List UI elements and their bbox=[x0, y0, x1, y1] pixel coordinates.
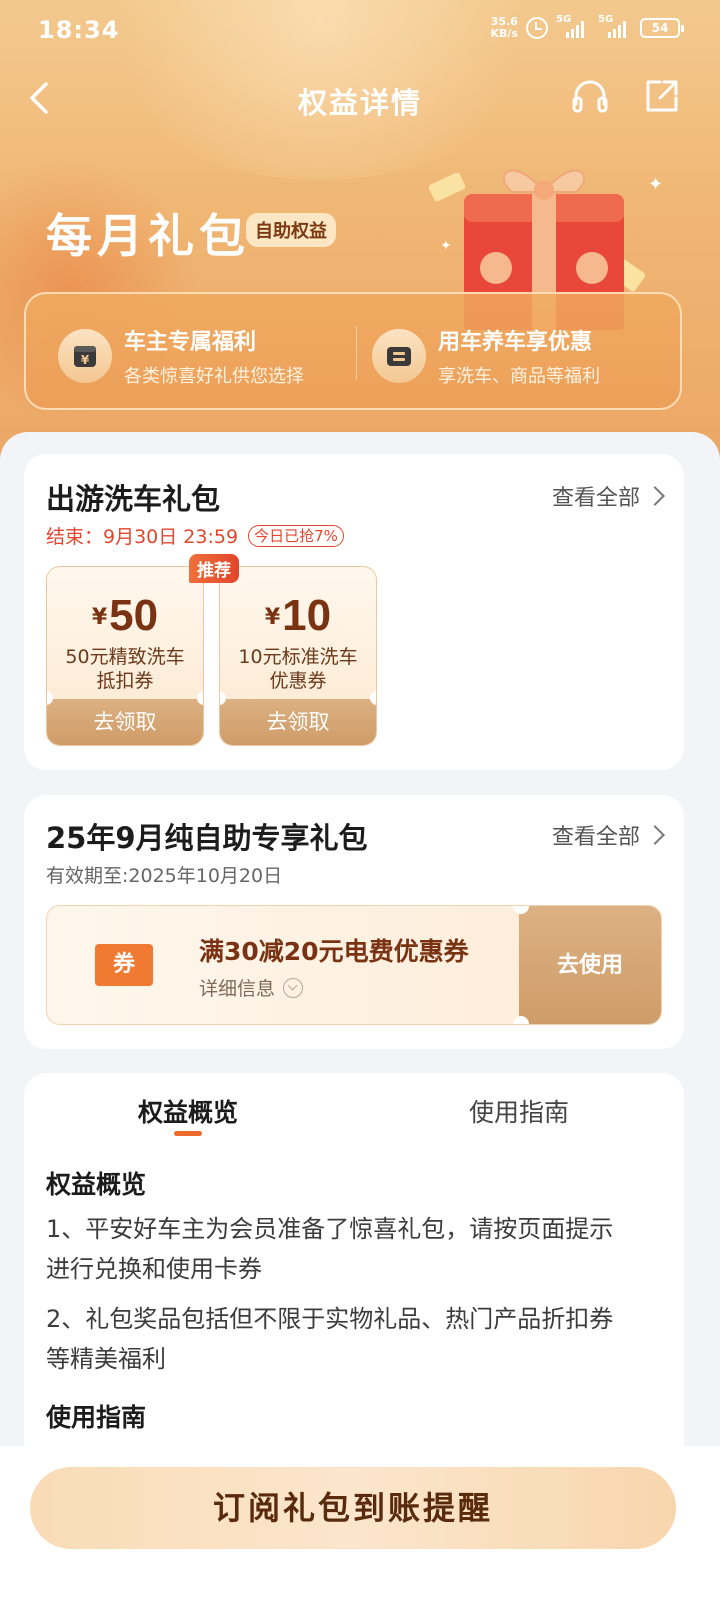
benefit-item: ¥ 车主专属福利 各类惊喜好礼供您选择 bbox=[58, 324, 304, 388]
status-time: 18:34 bbox=[38, 16, 120, 44]
info-card: 权益概览 使用指南 权益概览 1、平安好车主为会员准备了惊喜礼包，请按页面提示 … bbox=[24, 1073, 684, 1473]
end-time-line: 结束：9月30日 23:59 今日已抢7% bbox=[46, 522, 344, 549]
coupon-description: 50元精致洗车 抵扣券 bbox=[53, 645, 197, 693]
nav-bar: 权益详情 bbox=[0, 62, 720, 132]
battery-icon: 54 bbox=[640, 18, 684, 38]
coupon-card[interactable]: ¥10 10元标准洗车 优惠券 去领取 bbox=[219, 566, 377, 746]
overview-paragraph: 1、平安好车主为会员准备了惊喜礼包，请按页面提示 进行兑换和使用卡券 bbox=[46, 1209, 662, 1289]
benefit-title: 车主专属福利 bbox=[124, 330, 257, 355]
benefit-subtitle: 各类惊喜好礼供您选择 bbox=[124, 366, 304, 387]
status-icons: 35.6 KB/s 5G 5G 54 bbox=[491, 14, 684, 40]
coupon-amount: ¥10 bbox=[220, 591, 376, 641]
view-all-label: 查看全部 bbox=[551, 486, 640, 511]
benefits-summary: ¥ 车主专属福利 各类惊喜好礼供您选择 用车养车享优惠 享洗车、商品等福利 bbox=[24, 292, 682, 410]
ticket-icon bbox=[372, 329, 426, 383]
view-all-link[interactable]: 查看全部 bbox=[551, 480, 665, 512]
section-heading: 权益概览 bbox=[46, 1170, 147, 1199]
coupon-value: 50 bbox=[109, 591, 159, 640]
benefit-title: 用车养车享优惠 bbox=[438, 330, 593, 355]
currency-symbol: ¥ bbox=[264, 605, 281, 630]
grab-progress-badge: 今日已抢7% bbox=[248, 524, 344, 547]
coupon-desc-line: 10元标准洗车 bbox=[238, 646, 358, 668]
view-all-label: 查看全部 bbox=[551, 825, 640, 850]
signal-icon-2: 5G bbox=[598, 14, 632, 38]
benefit-item: 用车养车享优惠 享洗车、商品等福利 bbox=[372, 324, 600, 388]
coupon-icon: 券 bbox=[95, 944, 153, 986]
detail-label: 详细信息 bbox=[199, 978, 276, 1000]
ticket-notch bbox=[513, 1016, 529, 1024]
hero-banner: 18:34 35.6 KB/s 5G 5G 54 权益详情 每月礼包 自助权益 … bbox=[0, 0, 720, 470]
coupon-title: 满30减20元电费优惠券 bbox=[199, 937, 469, 966]
chevron-down-icon bbox=[283, 977, 304, 998]
coupon-desc-line: 优惠券 bbox=[269, 670, 327, 692]
package-title: 25年9月纯自助专享礼包 bbox=[46, 821, 368, 855]
coupon-description: 10元标准洗车 优惠券 bbox=[226, 645, 370, 693]
paragraph-line: 进行兑换和使用卡券 bbox=[46, 1255, 262, 1283]
subscribe-reminder-button[interactable]: 订阅礼包到账提醒 bbox=[30, 1467, 676, 1549]
sim2-label: 5G bbox=[598, 14, 614, 25]
coupon-desc-line: 50元精致洗车 bbox=[65, 646, 185, 668]
svg-text:✦: ✦ bbox=[440, 238, 452, 254]
sim1-label: 5G bbox=[556, 14, 572, 25]
net-speed-unit: KB/s bbox=[490, 27, 518, 40]
svg-text:✦: ✦ bbox=[648, 174, 663, 195]
yuan-wallet-icon: ¥ bbox=[58, 329, 112, 383]
use-button[interactable]: 去使用 bbox=[519, 906, 661, 1024]
detail-toggle[interactable]: 详细信息 bbox=[199, 974, 304, 1001]
hero-badge: 自助权益 bbox=[246, 213, 336, 247]
end-time: 结束：9月30日 23:59 bbox=[46, 526, 239, 548]
package-title: 出游洗车礼包 bbox=[46, 482, 221, 516]
validity-date: 有效期至:2025年10月20日 bbox=[46, 865, 283, 887]
chevron-right-icon bbox=[645, 486, 665, 506]
tab-indicator bbox=[174, 1131, 202, 1136]
section-heading: 使用指南 bbox=[46, 1403, 147, 1432]
share-icon[interactable] bbox=[640, 74, 684, 118]
coupon-value: 10 bbox=[282, 591, 332, 640]
svg-text:¥: ¥ bbox=[81, 353, 90, 367]
hero-title: 每月礼包 bbox=[46, 209, 250, 263]
overview-paragraph: 2、礼包奖品包括但不限于实物礼品、热门产品折扣券 等精美福利 bbox=[46, 1299, 662, 1379]
coupon-desc-line: 抵扣券 bbox=[96, 670, 154, 692]
net-speed: 35.6 KB/s bbox=[491, 16, 518, 40]
status-bar: 18:34 35.6 KB/s 5G 5G 54 bbox=[0, 0, 720, 62]
package-card-self-service: 25年9月纯自助专享礼包 查看全部 有效期至:2025年10月20日 券 满30… bbox=[24, 795, 684, 1049]
currency-symbol: ¥ bbox=[91, 605, 108, 630]
paragraph-line: 等精美福利 bbox=[46, 1345, 166, 1373]
package-card-travel-wash: 出游洗车礼包 查看全部 结束：9月30日 23:59 今日已抢7% 推荐 ¥50… bbox=[24, 454, 684, 770]
recommend-tag: 推荐 bbox=[189, 554, 239, 583]
coupon-amount: ¥50 bbox=[47, 591, 203, 641]
electricity-coupon[interactable]: 券 满30减20元电费优惠券 详细信息 去使用 bbox=[46, 905, 662, 1025]
coupon-card[interactable]: ¥50 50元精致洗车 抵扣券 去领取 bbox=[46, 566, 204, 746]
view-all-link[interactable]: 查看全部 bbox=[551, 819, 665, 851]
signal-icon: 5G bbox=[556, 14, 590, 38]
tab-overview[interactable]: 权益概览 bbox=[88, 1093, 288, 1129]
claim-button[interactable]: 去领取 bbox=[220, 691, 376, 745]
chevron-right-icon bbox=[645, 825, 665, 845]
paragraph-line: 2、礼包奖品包括但不限于实物礼品、热门产品折扣券 bbox=[46, 1305, 614, 1333]
tab-guide[interactable]: 使用指南 bbox=[419, 1093, 619, 1129]
paragraph-line: 1、平安好车主为会员准备了惊喜礼包，请按页面提示 bbox=[46, 1215, 614, 1243]
benefit-subtitle: 享洗车、商品等福利 bbox=[438, 366, 600, 387]
headset-icon[interactable] bbox=[568, 74, 612, 118]
divider bbox=[356, 326, 357, 380]
page-title: 权益详情 bbox=[297, 86, 422, 120]
alarm-icon bbox=[526, 17, 548, 39]
claim-button[interactable]: 去领取 bbox=[47, 691, 203, 745]
